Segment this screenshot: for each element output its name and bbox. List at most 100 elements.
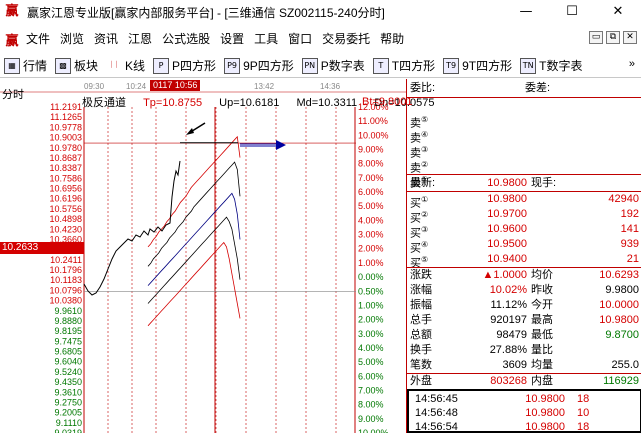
toolbar-p-table-button[interactable]: PN P数字表	[298, 57, 369, 74]
toolbar-p-square-button[interactable]: P P四方形	[149, 57, 220, 74]
right-axis-label: 9.00%	[358, 414, 384, 424]
left-axis-label: 10.5756	[49, 204, 82, 214]
buy-row-5[interactable]: 买⑤ 10.9400 21	[407, 252, 641, 270]
window-controls: — ☐ ✕	[503, 0, 641, 24]
stat-row: 涨跌 ▲1.0000 均价 10.6293	[407, 268, 641, 283]
buy-row-4[interactable]: 买④ 10.9500 939	[407, 237, 641, 255]
toolbar-p-table-label: P数字表	[320, 59, 365, 73]
stat-row: 笔数 3609 均量 255.0	[407, 358, 641, 373]
left-axis-label: 11.2191	[50, 102, 82, 112]
toolbar-t-table-label: T数字表	[539, 59, 583, 73]
stat-value: 27.88%	[489, 344, 527, 356]
mdi-controls: ▭ ⧉ ✕	[589, 31, 637, 44]
stat-value: 920197	[490, 314, 527, 326]
stat-label: 总额	[410, 329, 432, 341]
stat-row: 换手 27.88% 量比	[407, 343, 641, 358]
tick-price: 10.9800	[525, 393, 565, 405]
tick-row: 14:56:48 10.9800 10	[409, 406, 640, 420]
sell-row-4[interactable]: 卖④	[407, 127, 641, 145]
toolbar-sector-button[interactable]: ▩ 板块	[51, 57, 102, 74]
maximize-button[interactable]: ☐	[549, 0, 595, 24]
right-axis-label: 6.00%	[358, 187, 384, 197]
menu-gann[interactable]: 江恩	[123, 27, 157, 51]
toolbar-quotes-button[interactable]: ▦ 行情	[0, 57, 51, 74]
left-axis-label: 9.8195	[54, 326, 82, 336]
toolbar-kline-button[interactable]: ᛁᛁ K线	[102, 57, 149, 74]
toolbar-sector-label: 板块	[74, 59, 99, 73]
menu-formula[interactable]: 公式选股	[157, 27, 215, 51]
sell-row-3[interactable]: 卖③	[407, 142, 641, 160]
buy-volume: 939	[620, 238, 639, 250]
stat-value: 3609	[502, 359, 527, 371]
menu-trade[interactable]: 交易委托	[317, 27, 375, 51]
buy-volume: 141	[620, 223, 639, 235]
buy-row-1[interactable]: 买① 10.9800 42940	[407, 192, 641, 210]
tick-time: 14:56:54	[415, 421, 458, 433]
indicator-bt: Bt=9.8001	[362, 96, 413, 108]
stat-value: ▲1.0000	[482, 269, 527, 281]
t-square-icon: T	[372, 57, 389, 74]
mdi-restore-button[interactable]: ⧉	[606, 31, 620, 44]
menu-browse[interactable]: 浏览	[55, 27, 89, 51]
buy-mark: ②	[421, 210, 429, 219]
intraday-chart[interactable]: 11.219111.126510.977810.900310.978010.86…	[0, 79, 406, 433]
right-axis-label: 2.00%	[358, 244, 384, 254]
sell-row-5[interactable]: 卖⑤	[407, 112, 641, 130]
indicator-tp: Tp=10.8755	[143, 97, 203, 109]
stat-row: 总手 920197 最高 10.9800	[407, 313, 641, 328]
toolbar-9p-square-label: 9P四方形	[243, 59, 294, 73]
weicha-label: 委差:	[525, 82, 551, 94]
toolbar-overflow-button[interactable]: »	[629, 58, 635, 70]
mdi-minimize-button[interactable]: ▭	[589, 31, 603, 44]
right-axis-label: 3.00%	[358, 230, 384, 240]
toolbar-p-square-label: P四方形	[172, 59, 217, 73]
menu-app-icon[interactable]: 赢	[3, 30, 21, 49]
neipan-value: 116929	[603, 375, 639, 387]
left-axis-label: 10.9003	[49, 133, 82, 143]
tick-list[interactable]: 14:56:45 10.9800 18 14:56:48 10.9800 10 …	[407, 389, 641, 433]
close-button[interactable]: ✕	[595, 0, 641, 24]
left-axis-label: 9.7475	[54, 336, 82, 346]
right-axis-label: 7.00%	[358, 173, 384, 183]
left-axis-label: 9.0319	[54, 428, 82, 433]
sell-row-2[interactable]: 卖②	[407, 157, 641, 175]
toolbar-t-square-label: T四方形	[391, 59, 436, 73]
stat-label: 总手	[410, 314, 432, 326]
menu-help[interactable]: 帮助	[375, 27, 409, 51]
buy-mark: ④	[421, 240, 429, 249]
tick-time: 14:56:48	[415, 407, 458, 419]
toolbar-kline-label: K线	[125, 59, 146, 73]
stat-label: 换手	[410, 344, 432, 356]
buy-row-2[interactable]: 买② 10.9700 192	[407, 207, 641, 225]
menu-window[interactable]: 窗口	[283, 27, 317, 51]
time-tick-1436: 14:36	[320, 82, 341, 91]
right-axis-label: 3.00%	[358, 329, 384, 339]
menu-file[interactable]: 文件	[21, 27, 55, 51]
stat-value: 9.9800	[605, 284, 639, 296]
sell-mark: ⑤	[421, 115, 429, 124]
menu-tools[interactable]: 工具	[249, 27, 283, 51]
menu-settings[interactable]: 设置	[215, 27, 249, 51]
buy-price: 10.9500	[487, 238, 527, 250]
toolbar-9p-square-button[interactable]: P9 9P四方形	[220, 57, 298, 74]
right-axis-label: 5.00%	[358, 201, 384, 211]
stat-label: 涨幅	[410, 284, 432, 296]
buy-row-3[interactable]: 买③ 10.9600 141	[407, 222, 641, 240]
right-axis-label: 8.00%	[358, 159, 384, 169]
stat-label: 量比	[531, 344, 553, 356]
mdi-close-button[interactable]: ✕	[623, 31, 637, 44]
tick-volume: 10	[577, 407, 590, 419]
toolbar-t-table-button[interactable]: TN T数字表	[516, 57, 586, 74]
right-axis-label: 8.00%	[358, 400, 384, 410]
left-axis-label: 10.2411	[50, 255, 82, 265]
tick-volume: 18	[577, 421, 590, 433]
buy-volume: 42940	[608, 193, 639, 205]
menu-news[interactable]: 资讯	[89, 27, 123, 51]
toolbar: ▦ 行情 ▩ 板块 ᛁᛁ K线 P P四方形 P9 9P四方形 PN P数字表 …	[0, 54, 641, 78]
toolbar-9t-square-button[interactable]: T9 9T四方形	[439, 57, 516, 74]
left-axis-label: 9.9610	[54, 306, 82, 316]
title-bar: 赢 赢家江恩专业版[赢家内部服务平台] - [三维通信 SZ002115-240…	[0, 0, 641, 24]
left-axis-label: 10.0380	[49, 296, 82, 306]
toolbar-t-square-button[interactable]: T T四方形	[369, 57, 439, 74]
minimize-button[interactable]: —	[503, 0, 549, 24]
